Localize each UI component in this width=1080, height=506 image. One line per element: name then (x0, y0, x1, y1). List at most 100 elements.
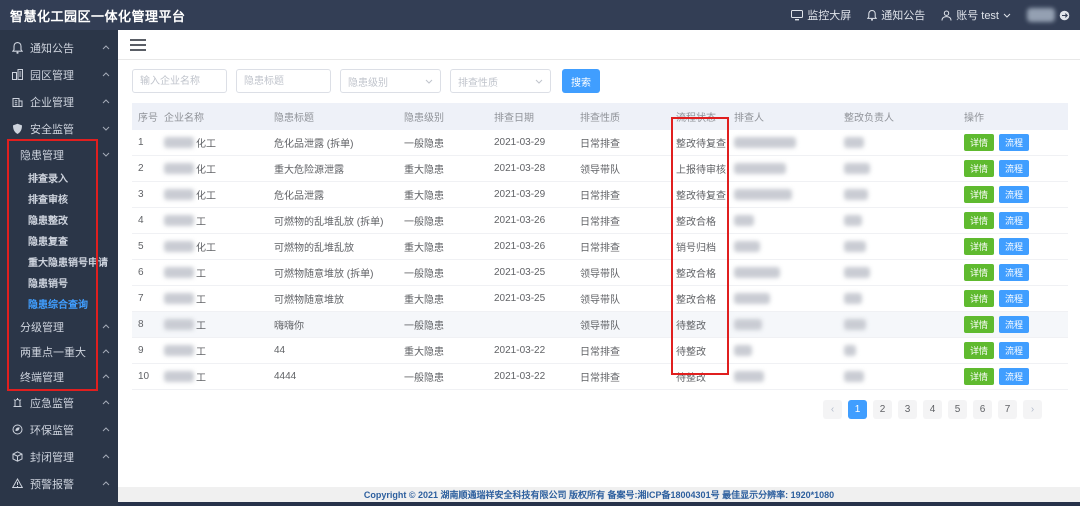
flow-button[interactable]: 流程 (999, 212, 1030, 229)
table-row: 10 工 4444 一般隐患 2021-03-22 日常排查 待整改 详情 流程 (132, 363, 1068, 390)
cell-status: 整改待复查 (670, 181, 728, 208)
flow-button[interactable]: 流程 (999, 160, 1030, 177)
flow-button[interactable]: 流程 (999, 134, 1030, 151)
user-icon (941, 10, 952, 21)
redacted-responsible (844, 344, 856, 356)
sidebar-item-隐患复查[interactable]: 隐患复查 (0, 230, 118, 251)
table-row: 7 工可燃物随意堆放 重大隐患 2021-03-25 领导带队 整改合格 详情 流程 (132, 285, 1068, 312)
detail-button[interactable]: 详情 (964, 186, 995, 203)
notice-label: 通知公告 (881, 10, 926, 22)
bottom-strip (118, 502, 1080, 506)
sidebar-item-应急监管[interactable]: 应急监管 (0, 389, 118, 416)
chevron-down-icon (535, 79, 543, 84)
redacted-company (164, 215, 194, 226)
page-button-2[interactable]: 2 (873, 400, 892, 419)
cell-nature: 领导带队 (574, 259, 670, 286)
page-button-4[interactable]: 4 (923, 400, 942, 419)
cell-status: 整改合格 (670, 207, 728, 234)
redacted-responsible (844, 214, 862, 226)
cell-nature: 领导带队 (574, 285, 670, 312)
sidebar-item-隐患销号[interactable]: 隐患销号 (0, 272, 118, 293)
sidebar-item-园区管理[interactable]: 园区管理 (0, 61, 118, 88)
flow-button[interactable]: 流程 (999, 368, 1030, 385)
page-button-1[interactable]: 1 (848, 400, 867, 419)
flow-button[interactable]: 流程 (999, 316, 1030, 333)
sidebar-item-label: 排查录入 (28, 174, 68, 185)
company-name-input[interactable] (132, 69, 227, 93)
cell-level: 一般隐患 (398, 311, 488, 338)
search-button[interactable]: 搜索 (562, 69, 600, 93)
sidebar-item-隐患管理[interactable]: 隐患管理 (0, 142, 118, 167)
copyright-text: Copyright © 2021 湖南顺通瑞祥安全科技有限公司 版权所有 备案号… (363, 490, 835, 500)
column-header: 隐患级别 (398, 103, 488, 130)
column-header: 流程状态 (670, 103, 728, 130)
table-row: 5 化工 可燃物的乱堆乱放 重大隐患 2021-03-26 日常排查 销号归档 详情 流程 (132, 233, 1068, 260)
detail-button[interactable]: 详情 (964, 290, 995, 307)
sidebar-item-label: 隐患综合查询 (28, 300, 88, 311)
detail-button[interactable]: 详情 (964, 264, 995, 281)
flow-button[interactable]: 流程 (999, 186, 1030, 203)
cell-actions: 详情 流程 (958, 155, 1068, 182)
flow-button[interactable]: 流程 (999, 264, 1030, 281)
account-menu[interactable]: 账号 test (941, 7, 1011, 23)
sidebar-item-终端管理[interactable]: 终端管理 (0, 364, 118, 389)
redacted-responsible (844, 136, 864, 148)
sidebar-item-排查录入[interactable]: 排查录入 (0, 167, 118, 188)
cell-date: 2021-03-22 (488, 337, 574, 364)
redacted-inspector (734, 370, 764, 382)
footer-bar: Copyright © 2021 湖南顺通瑞祥安全科技有限公司 版权所有 备案号… (118, 487, 1080, 502)
sidebar-item-label: 两重点一重大 (20, 346, 86, 359)
flow-button[interactable]: 流程 (999, 290, 1030, 307)
sidebar-item-隐患综合查询[interactable]: 隐患综合查询 (0, 293, 118, 314)
cell-nature: 日常排查 (574, 130, 670, 156)
logout-icon[interactable] (1059, 10, 1070, 21)
cell-nature: 日常排查 (574, 207, 670, 234)
cell-level: 重大隐患 (398, 337, 488, 364)
page-button-6[interactable]: 6 (973, 400, 992, 419)
sidebar-item-环保监管[interactable]: 环保监管 (0, 416, 118, 443)
redacted-inspector (734, 318, 762, 330)
sidebar-item-排查审核[interactable]: 排查审核 (0, 188, 118, 209)
top-header: 智慧化工园区一体化管理平台 监控大屏 通知公告 账号 test (0, 0, 1080, 30)
hazard-level-select[interactable]: 隐患级别 (340, 69, 441, 93)
cell-actions: 详情 流程 (958, 363, 1068, 390)
sidebar-item-label: 安全监管 (30, 123, 74, 136)
next-page-button[interactable]: › (1023, 400, 1042, 419)
detail-button[interactable]: 详情 (964, 160, 995, 177)
detail-button[interactable]: 详情 (964, 342, 995, 359)
chevron-down-icon (425, 79, 433, 84)
flow-button[interactable]: 流程 (999, 342, 1030, 359)
redacted-company (164, 293, 194, 304)
cell-actions: 详情 流程 (958, 233, 1068, 260)
detail-button[interactable]: 详情 (964, 368, 995, 385)
sidebar-item-重大隐患销号申请[interactable]: 重大隐患销号申请 (0, 251, 118, 272)
monitor-screen-link[interactable]: 监控大屏 (791, 7, 851, 23)
toolbar (118, 30, 1080, 60)
page-button-3[interactable]: 3 (898, 400, 917, 419)
collapse-menu-icon[interactable] (130, 38, 146, 51)
page-button-5[interactable]: 5 (948, 400, 967, 419)
detail-button[interactable]: 详情 (964, 212, 995, 229)
cell-no: 10 (132, 363, 158, 390)
page-button-7[interactable]: 7 (998, 400, 1017, 419)
sidebar-item-通知公告[interactable]: 通知公告 (0, 34, 118, 61)
inspect-nature-select[interactable]: 排查性质 (450, 69, 551, 93)
sidebar-item-预警报警[interactable]: 预警报警 (0, 470, 118, 497)
sidebar-item-分级管理[interactable]: 分级管理 (0, 314, 118, 339)
sidebar-item-安全监管[interactable]: 安全监管 (0, 115, 118, 142)
sidebar-item-企业管理[interactable]: 企业管理 (0, 88, 118, 115)
hazard-title-input[interactable] (236, 69, 331, 93)
notice-link[interactable]: 通知公告 (867, 7, 925, 23)
prev-page-button[interactable]: ‹ (823, 400, 842, 419)
sidebar-item-两重点一重大[interactable]: 两重点一重大 (0, 339, 118, 364)
env-icon (12, 424, 23, 435)
sidebar-item-隐患整改[interactable]: 隐患整改 (0, 209, 118, 230)
column-header: 序号 (132, 103, 158, 130)
detail-button[interactable]: 详情 (964, 134, 995, 151)
detail-button[interactable]: 详情 (964, 238, 995, 255)
sidebar-item-封闭管理[interactable]: 封闭管理 (0, 443, 118, 470)
redacted-inspector (734, 292, 770, 304)
flow-button[interactable]: 流程 (999, 238, 1030, 255)
detail-button[interactable]: 详情 (964, 316, 995, 333)
cell-responsible (838, 311, 958, 338)
